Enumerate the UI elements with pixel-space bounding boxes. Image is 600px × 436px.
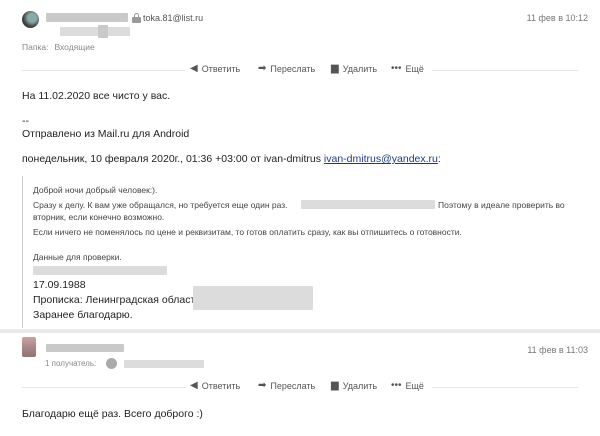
recipient-avatar [106, 358, 117, 369]
forward-arrow-icon: ➡ [258, 63, 267, 74]
lock-icon [132, 13, 141, 23]
recipient-redacted [124, 360, 204, 368]
sender-email[interactable]: toka.81@list.ru [143, 13, 203, 23]
quote-line: Доброй ночи добрый человек:). [33, 185, 158, 195]
signature-dash: -- [22, 115, 29, 127]
message-header: toka.81@list.ru 11 фев в 10:12 [0, 0, 600, 38]
more-button[interactable]: ••• Ещё [391, 63, 424, 75]
recipients-label[interactable]: 1 получатель: [45, 359, 96, 368]
reply-arrow-icon: ◀ [190, 63, 198, 74]
sender-name-redacted[interactable] [46, 344, 124, 352]
trash-icon: ▆ [331, 380, 339, 391]
message-card-2: 11 фев в 11:03 1 получатель: ◀ Ответить ➡… [0, 333, 600, 436]
message-card-1: toka.81@list.ru 11 фев в 10:12 Папка: Вхо… [0, 0, 600, 329]
quote-line: Сразу к делу. К вам уже обращался, но тр… [33, 200, 288, 210]
recipient-redacted [60, 27, 130, 36]
reply-button[interactable]: ◀ Ответить [190, 63, 240, 75]
forward-button[interactable]: ➡ Переслать [258, 63, 315, 75]
more-button[interactable]: ••• Ещё [391, 380, 424, 392]
sender-avatar[interactable] [22, 11, 39, 28]
sender-name-redacted[interactable] [46, 13, 128, 22]
more-dots-icon: ••• [391, 63, 402, 74]
forward-button[interactable]: ➡ Переслать [258, 380, 315, 392]
message-date: 11 фев в 11:03 [527, 345, 588, 355]
recipient-redacted-2 [98, 25, 108, 38]
action-bar: ◀ Ответить ➡ Переслать ▆ Удалить ••• Ещё [0, 380, 600, 394]
message-date: 11 фев в 10:12 [526, 13, 588, 23]
redacted-text [301, 200, 435, 209]
quote-registration: Прописка: Ленинградская область [33, 294, 201, 306]
action-bar: ◀ Ответить ➡ Переслать ▆ Удалить ••• Ещё [0, 63, 600, 77]
reply-button[interactable]: ◀ Ответить [190, 380, 240, 392]
quote-line: вторник, если конечно возможно. [33, 212, 165, 222]
quoted-message: Доброй ночи добрый человек:). Сразу к де… [22, 176, 590, 328]
reply-arrow-icon: ◀ [190, 380, 198, 391]
body-line-1: На 11.02.2020 все чисто у вас. [22, 90, 171, 102]
folder-value[interactable]: Входящие [54, 42, 94, 52]
quote-line: Данные для проверки. [33, 252, 122, 262]
more-dots-icon: ••• [391, 380, 402, 391]
quote-sender-link[interactable]: ivan-dmitrus@yandex.ru [324, 153, 438, 165]
trash-icon: ▆ [331, 63, 339, 74]
quote-line: Поэтому в идеале проверить во [438, 200, 565, 210]
quote-header: понедельник, 10 февраля 2020г., 01:36 +0… [22, 153, 441, 165]
sender-avatar[interactable] [22, 337, 36, 357]
quote-line: Если ничего не поменялось по цене и рекв… [33, 227, 462, 237]
delete-button[interactable]: ▆ Удалить [331, 63, 377, 75]
folder-label: Папка: [22, 42, 49, 52]
folder-info: Папка: Входящие [22, 42, 95, 52]
quote-birthdate: 17.09.1988 [33, 279, 86, 291]
delete-button[interactable]: ▆ Удалить [331, 380, 377, 392]
forward-arrow-icon: ➡ [258, 380, 267, 391]
signature: Отправлено из Mail.ru для Android [22, 128, 190, 140]
quote-thanks: Заранее благодарю. [33, 309, 133, 321]
redacted-text [193, 286, 313, 310]
redacted-text [33, 266, 167, 275]
message-body: Благодарю ещё раз. Всего доброго :) [22, 408, 203, 420]
